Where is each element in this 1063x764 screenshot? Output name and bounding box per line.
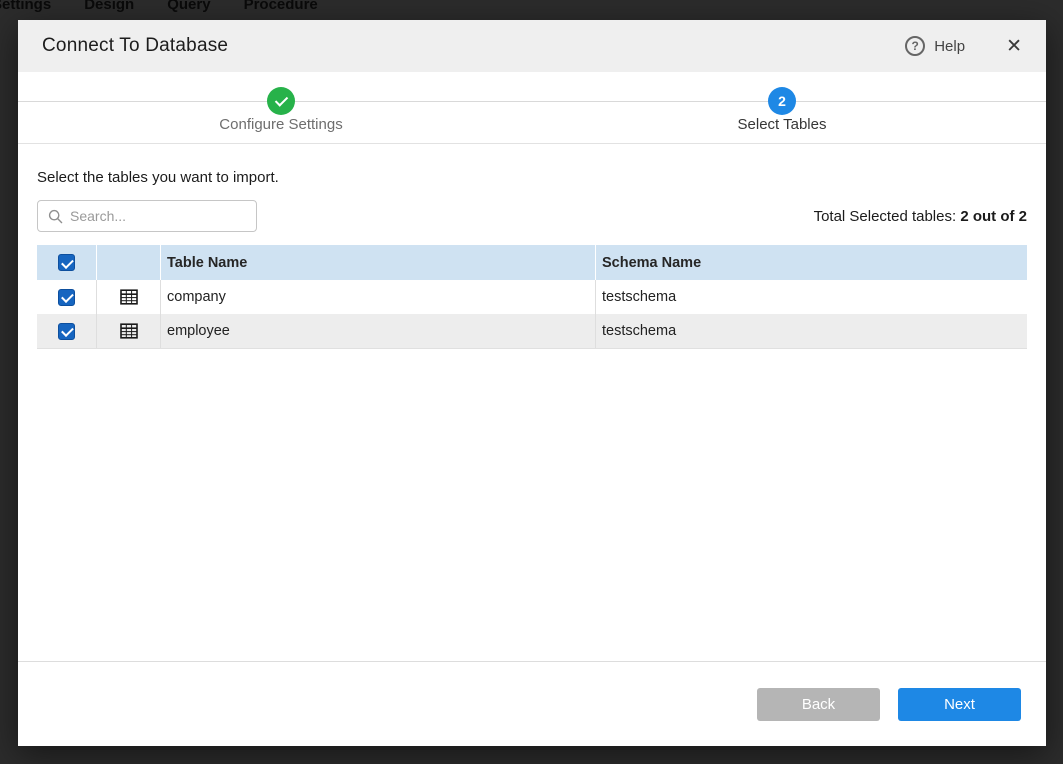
selection-summary-prefix: Total Selected tables: bbox=[814, 208, 961, 225]
instruction-text: Select the tables you want to import. bbox=[37, 169, 1027, 186]
header-icon-cell bbox=[97, 245, 161, 280]
schema-name-cell: testschema bbox=[596, 280, 1027, 314]
background-app-menu: Settings Design Query Procedure bbox=[0, 0, 318, 13]
step2-label: Select Tables bbox=[738, 116, 827, 133]
step1-label: Configure Settings bbox=[219, 116, 342, 133]
header-schema-name: Schema Name bbox=[596, 245, 1027, 280]
search-icon bbox=[48, 209, 63, 224]
header-table-name: Table Name bbox=[161, 245, 596, 280]
close-icon[interactable]: ✕ bbox=[1006, 37, 1022, 56]
table-grid-icon bbox=[120, 322, 138, 340]
select-all-checkbox[interactable] bbox=[58, 254, 75, 271]
table-name-cell: company bbox=[161, 280, 596, 314]
search-box[interactable] bbox=[37, 200, 257, 232]
table-row[interactable]: employee testschema bbox=[37, 314, 1027, 348]
modal-footer: Back Next bbox=[18, 661, 1046, 746]
menu-item-settings[interactable]: Settings bbox=[0, 0, 51, 13]
schema-name-cell: testschema bbox=[596, 314, 1027, 348]
step1-complete-circle bbox=[267, 87, 295, 115]
next-button[interactable]: Next bbox=[898, 688, 1021, 721]
table-row[interactable]: company testschema bbox=[37, 280, 1027, 314]
header-checkbox-cell bbox=[37, 245, 97, 280]
row-checkbox-cell bbox=[37, 314, 97, 348]
step2-active-circle: 2 bbox=[768, 87, 796, 115]
stepper: Configure Settings 2 Select Tables bbox=[18, 72, 1046, 144]
selection-summary-count: 2 out of 2 bbox=[960, 208, 1027, 225]
stepper-line bbox=[18, 101, 1046, 102]
menu-item-design[interactable]: Design bbox=[84, 0, 134, 13]
row-icon-cell bbox=[97, 280, 161, 314]
help-icon[interactable]: ? bbox=[905, 36, 925, 56]
modal-header: Connect To Database ? Help ✕ bbox=[18, 20, 1046, 72]
help-label[interactable]: Help bbox=[934, 38, 965, 55]
modal-title: Connect To Database bbox=[42, 35, 228, 57]
row-checkbox[interactable] bbox=[58, 289, 75, 306]
search-input[interactable] bbox=[70, 208, 246, 224]
modal-header-actions: ? Help ✕ bbox=[905, 36, 1022, 56]
row-checkbox-cell bbox=[37, 280, 97, 314]
selection-summary: Total Selected tables: 2 out of 2 bbox=[814, 208, 1027, 225]
table-name-cell: employee bbox=[161, 314, 596, 348]
back-button[interactable]: Back bbox=[757, 688, 880, 721]
menu-item-query[interactable]: Query bbox=[167, 0, 210, 13]
table-grid-icon bbox=[120, 288, 138, 306]
check-icon bbox=[274, 93, 287, 106]
toolbar-row: Total Selected tables: 2 out of 2 bbox=[37, 200, 1027, 232]
table-header-row: Table Name Schema Name bbox=[37, 245, 1027, 280]
menu-item-procedure[interactable]: Procedure bbox=[244, 0, 318, 13]
tables-list: Table Name Schema Name bbox=[37, 245, 1027, 349]
row-checkbox[interactable] bbox=[58, 323, 75, 340]
connect-to-database-modal: Connect To Database ? Help ✕ Configure S… bbox=[18, 20, 1046, 746]
modal-content: Select the tables you want to import. To… bbox=[18, 144, 1046, 661]
row-icon-cell bbox=[97, 314, 161, 348]
